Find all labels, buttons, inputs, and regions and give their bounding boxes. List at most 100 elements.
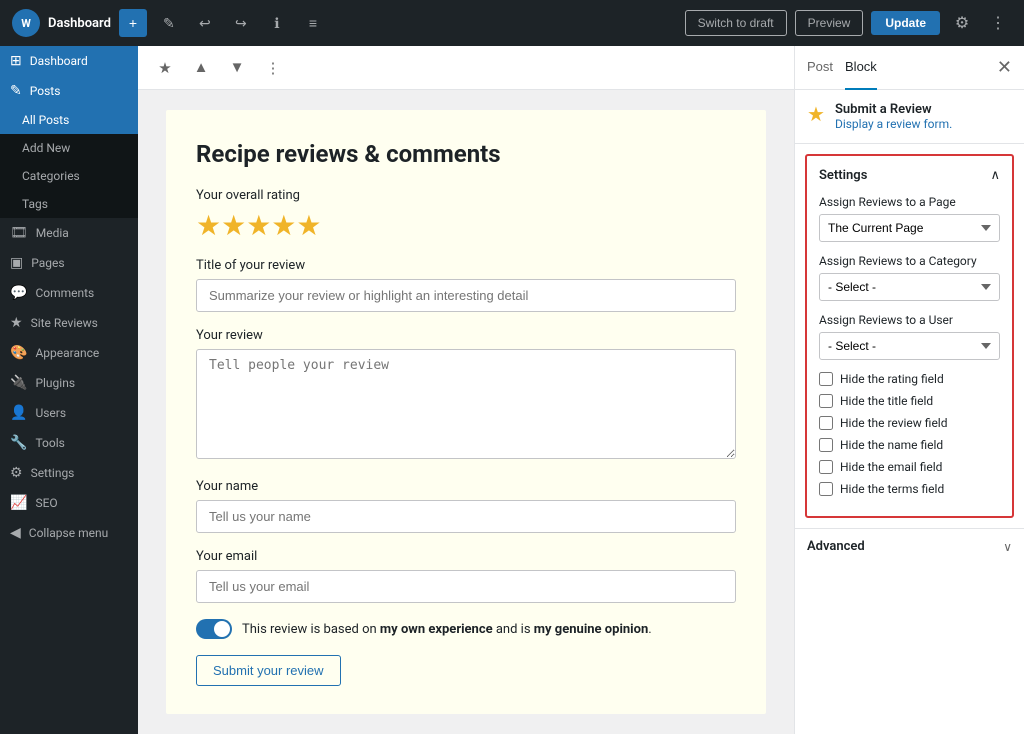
settings-box-title: Settings: [819, 168, 867, 183]
sidebar-item-dashboard[interactable]: ⊞ Dashboard: [0, 46, 138, 76]
close-panel-button[interactable]: ✕: [997, 57, 1012, 78]
sidebar-label-users: Users: [35, 406, 66, 420]
add-new-label: Add New: [22, 141, 70, 155]
media-icon: 🎞: [10, 225, 28, 241]
title-input[interactable]: [196, 279, 736, 312]
sidebar-label-dashboard: Dashboard: [30, 54, 88, 68]
dashboard-icon: ⊞: [10, 53, 22, 69]
collapse-icon: ◀: [10, 525, 21, 541]
assign-page-select[interactable]: The Current Page: [819, 214, 1000, 242]
tab-post[interactable]: Post: [807, 46, 833, 90]
sidebar-label-seo: SEO: [35, 496, 57, 510]
hide-terms-checkbox[interactable]: [819, 482, 833, 496]
terms-toggle-row: This review is based on my own experienc…: [196, 619, 736, 639]
plugins-icon: 🔌: [10, 375, 27, 391]
assign-page-label: Assign Reviews to a Page: [819, 195, 1000, 209]
assign-user-select[interactable]: - Select -: [819, 332, 1000, 360]
editor-content: Recipe reviews & comments Your overall r…: [166, 110, 766, 714]
block-info-text: Submit a Review Display a review form.: [835, 102, 952, 131]
sidebar-label-pages: Pages: [31, 256, 64, 270]
tab-block[interactable]: Block: [845, 46, 877, 90]
sidebar-item-add-new[interactable]: Add New: [0, 134, 138, 162]
update-button[interactable]: Update: [871, 11, 940, 35]
sidebar-item-posts[interactable]: ✎ Posts: [0, 76, 138, 106]
name-input[interactable]: [196, 500, 736, 533]
undo-button[interactable]: ↩: [191, 9, 219, 37]
sidebar-label-tools: Tools: [35, 436, 64, 450]
seo-icon: 📈: [10, 495, 27, 511]
switch-draft-button[interactable]: Switch to draft: [685, 10, 787, 36]
collapse-label: Collapse menu: [29, 526, 108, 540]
top-bar: W Dashboard + ✎ ↩ ↪ ℹ ≡ Switch to draft …: [0, 0, 1024, 46]
sidebar-item-tools[interactable]: 🔧 Tools: [0, 428, 138, 458]
sidebar-item-site-reviews[interactable]: ★ Site Reviews: [0, 308, 138, 338]
hide-review-label: Hide the review field: [840, 416, 948, 430]
sidebar-label-comments: Comments: [35, 286, 94, 300]
hide-title-checkbox[interactable]: [819, 394, 833, 408]
sidebar-item-users[interactable]: 👤 Users: [0, 398, 138, 428]
list-view-button[interactable]: ≡: [299, 9, 327, 37]
sidebar-item-seo[interactable]: 📈 SEO: [0, 488, 138, 518]
advanced-chevron-icon: ∨: [1003, 540, 1012, 554]
star-rating[interactable]: ★★★★★: [196, 209, 736, 242]
edit-button[interactable]: ✎: [155, 9, 183, 37]
block-tool-button[interactable]: ★: [150, 53, 180, 83]
preview-button[interactable]: Preview: [795, 10, 864, 36]
submit-button[interactable]: Submit your review: [196, 655, 341, 686]
block-info-title: Submit a Review: [835, 102, 952, 117]
terms-toggle[interactable]: [196, 619, 232, 639]
block-icon: ★: [807, 102, 825, 126]
assign-category-select[interactable]: - Select -: [819, 273, 1000, 301]
email-label: Your email: [196, 549, 736, 564]
sidebar-item-comments[interactable]: 💬 Comments: [0, 278, 138, 308]
appearance-icon: 🎨: [10, 345, 27, 361]
nav-up-button[interactable]: ▲: [186, 53, 216, 83]
rating-label: Your overall rating: [196, 188, 736, 203]
sidebar-label-plugins: Plugins: [35, 376, 75, 390]
review-label: Your review: [196, 328, 736, 343]
sidebar-label-media: Media: [36, 226, 69, 240]
sidebar-item-plugins[interactable]: 🔌 Plugins: [0, 368, 138, 398]
add-block-button[interactable]: +: [119, 9, 147, 37]
settings-box-header: Settings ∧: [819, 168, 1000, 183]
toolbar-more-button[interactable]: ⋮: [258, 53, 288, 83]
sidebar-item-tags[interactable]: Tags: [0, 190, 138, 218]
tags-label: Tags: [22, 197, 48, 211]
settings-button[interactable]: ⚙: [948, 9, 976, 37]
editor-toolbar: ★ ▲ ▼ ⋮: [138, 46, 794, 90]
tools-icon: 🔧: [10, 435, 27, 451]
sidebar-item-categories[interactable]: Categories: [0, 162, 138, 190]
name-label: Your name: [196, 479, 736, 494]
info-button[interactable]: ℹ: [263, 9, 291, 37]
block-info: ★ Submit a Review Display a review form.: [795, 90, 1024, 144]
sidebar-item-pages[interactable]: ▣ Pages: [0, 248, 138, 278]
settings-icon: ⚙: [10, 465, 23, 481]
hide-email-checkbox[interactable]: [819, 460, 833, 474]
sidebar-item-all-posts[interactable]: All Posts: [0, 106, 138, 134]
redo-button[interactable]: ↪: [227, 9, 255, 37]
panel-header: Post Block ✕: [795, 46, 1024, 90]
main-layout: ⊞ Dashboard ✎ Posts All Posts Add New Ca…: [0, 46, 1024, 734]
email-input[interactable]: [196, 570, 736, 603]
nav-down-button[interactable]: ▼: [222, 53, 252, 83]
app-title: Dashboard: [48, 16, 111, 31]
sidebar-item-appearance[interactable]: 🎨 Appearance: [0, 338, 138, 368]
more-options-button[interactable]: ⋮: [984, 9, 1012, 37]
hide-email-label: Hide the email field: [840, 460, 942, 474]
checkbox-hide-review: Hide the review field: [819, 416, 1000, 430]
review-textarea[interactable]: [196, 349, 736, 459]
hide-review-checkbox[interactable]: [819, 416, 833, 430]
hide-title-label: Hide the title field: [840, 394, 933, 408]
hide-rating-checkbox[interactable]: [819, 372, 833, 386]
sidebar-item-settings[interactable]: ⚙ Settings: [0, 458, 138, 488]
sidebar-item-collapse[interactable]: ◀ Collapse menu: [0, 518, 138, 548]
advanced-section[interactable]: Advanced ∨: [795, 528, 1024, 564]
sidebar: ⊞ Dashboard ✎ Posts All Posts Add New Ca…: [0, 46, 138, 734]
checkbox-hide-name: Hide the name field: [819, 438, 1000, 452]
top-right-actions: Switch to draft Preview Update ⚙ ⋮: [685, 9, 1012, 37]
hide-name-checkbox[interactable]: [819, 438, 833, 452]
form-title: Recipe reviews & comments: [196, 140, 736, 168]
sidebar-item-media[interactable]: 🎞 Media: [0, 218, 138, 248]
all-posts-label: All Posts: [22, 113, 69, 127]
settings-box: Settings ∧ Assign Reviews to a Page The …: [805, 154, 1014, 518]
